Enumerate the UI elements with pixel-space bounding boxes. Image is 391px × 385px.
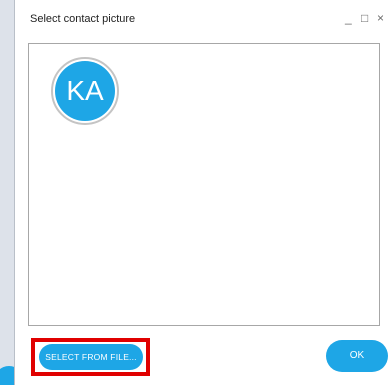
picture-preview-area: KA [28,43,380,326]
dialog-titlebar: Select contact picture _ □ × [15,0,391,36]
background-panel [0,0,14,385]
select-contact-picture-dialog: Select contact picture _ □ × KA SELECT F… [14,0,391,385]
avatar-initials: KA [55,61,115,121]
select-from-file-button[interactable]: SELECT FROM FILE... [39,344,143,370]
close-icon[interactable]: × [377,11,384,25]
avatar: KA [51,57,119,125]
maximize-icon[interactable]: □ [361,11,368,25]
screen: Select contact picture _ □ × KA SELECT F… [0,0,391,385]
minimize-icon[interactable]: _ [345,11,352,25]
dialog-title: Select contact picture [30,13,136,25]
ok-button[interactable]: OK [326,340,388,372]
